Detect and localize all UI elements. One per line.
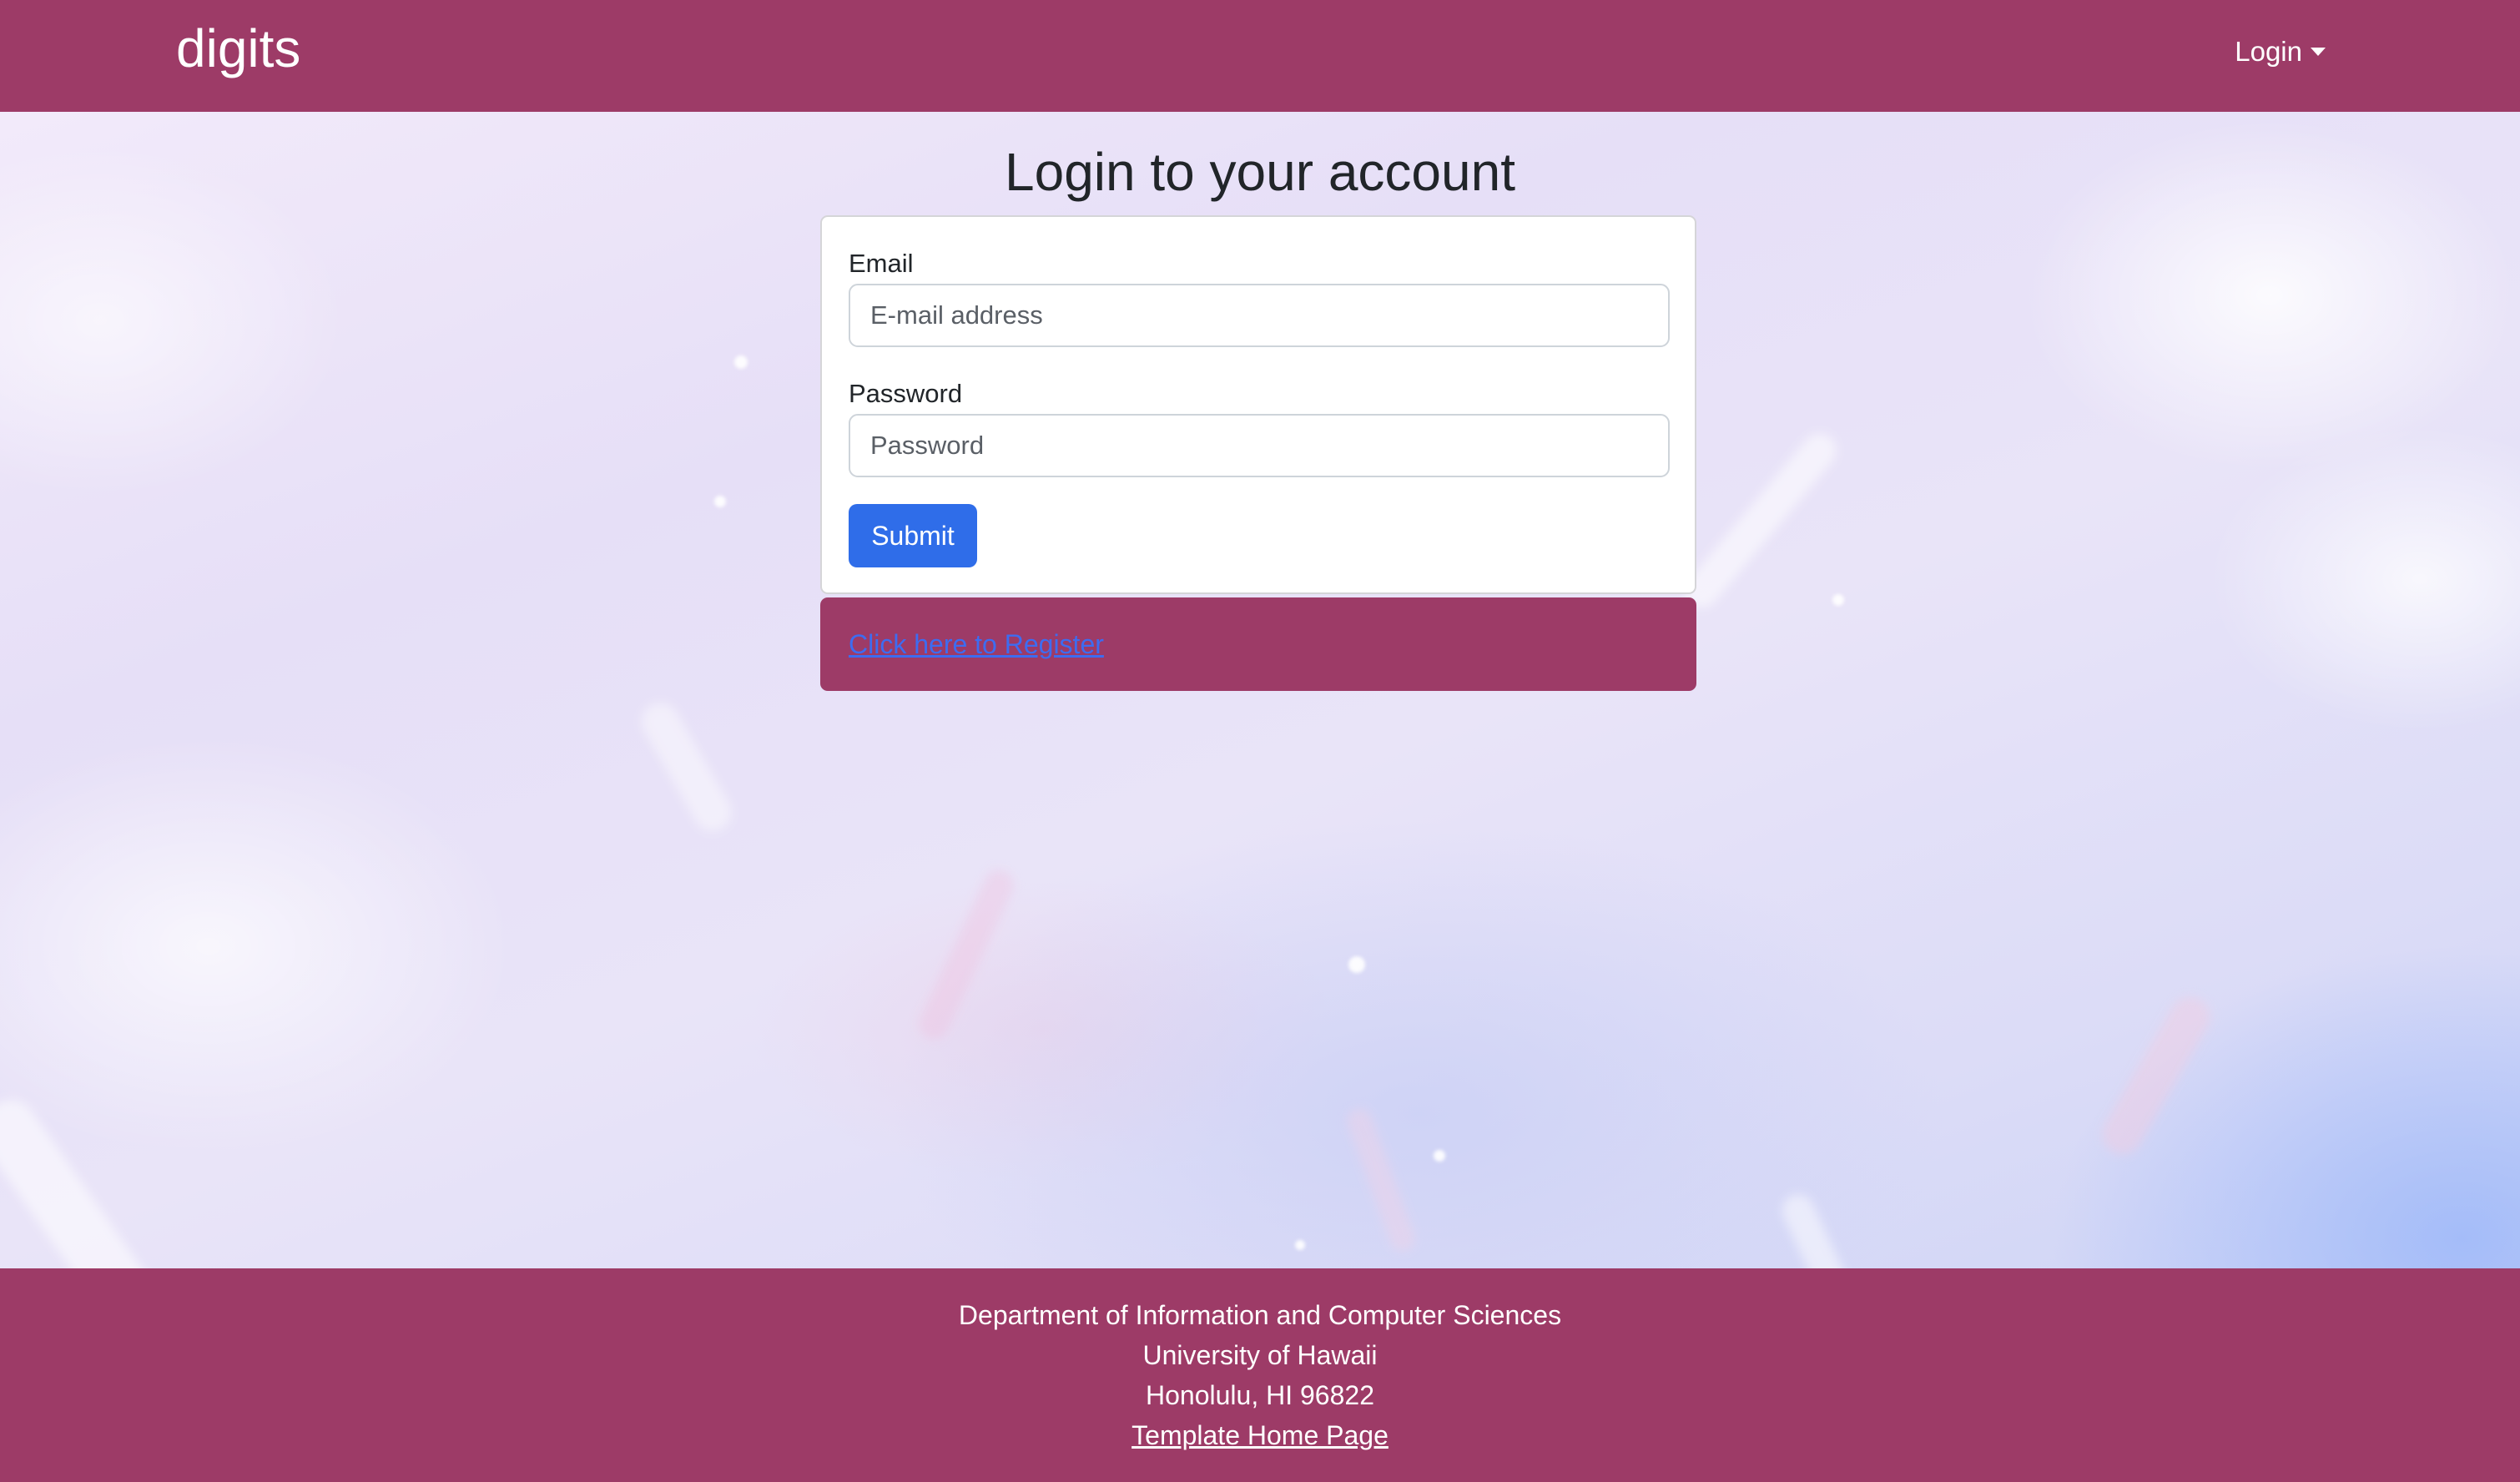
register-message: Click here to Register (820, 597, 1696, 691)
register-link[interactable]: Click here to Register (849, 626, 1104, 663)
light-streak (1343, 1105, 1419, 1255)
email-field[interactable] (849, 284, 1670, 347)
bokeh-dot (1434, 1150, 1445, 1162)
light-streak (914, 864, 1019, 1045)
password-label: Password (849, 379, 963, 408)
footer: Department of Information and Computer S… (0, 1268, 2520, 1482)
top-navbar: digits Login (0, 0, 2520, 112)
page-title: Login to your account (1005, 142, 1515, 202)
login-dropdown[interactable]: Login (2235, 32, 2326, 72)
bokeh-dot (1295, 1240, 1305, 1250)
login-form: Email Password Submit (820, 215, 1696, 594)
light-streak (634, 696, 738, 838)
bokeh-dot (734, 355, 748, 369)
footer-department: Department of Information and Computer S… (958, 1300, 1562, 1330)
footer-university: University of Hawaii (1142, 1340, 1378, 1370)
template-home-link[interactable]: Template Home Page (1131, 1415, 1389, 1455)
light-streak (1678, 426, 1843, 615)
bokeh-dot (1348, 956, 1365, 973)
light-streak (0, 1090, 189, 1268)
light-streak (2094, 990, 2218, 1162)
password-field[interactable] (849, 414, 1670, 477)
login-dropdown-label: Login (2235, 36, 2302, 67)
bokeh-dot (1832, 594, 1844, 606)
email-label: Email (849, 249, 914, 278)
footer-text: Department of Information and Computer S… (0, 1295, 2520, 1455)
brand-logo[interactable]: digits (176, 15, 300, 82)
footer-address: Honolulu, HI 96822 (1146, 1380, 1374, 1410)
submit-button[interactable]: Submit (849, 504, 977, 567)
bokeh-dot (714, 496, 726, 507)
caret-down-icon (2311, 48, 2326, 56)
light-streak (1777, 1189, 1877, 1268)
